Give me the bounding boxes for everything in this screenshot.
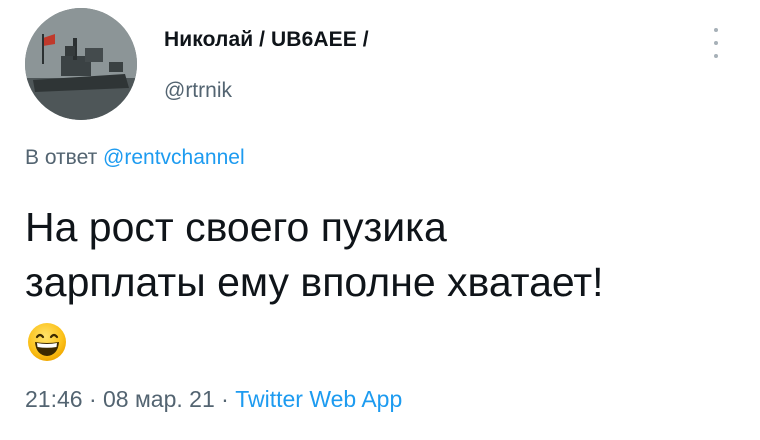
tweet-text-line: На рост своего пузика xyxy=(25,204,447,250)
tweet-text: На рост своего пузика зарплаты ему вполн… xyxy=(25,200,725,310)
tweet-text-line: зарплаты ему вполне хватает! xyxy=(25,259,604,305)
author-display-name[interactable]: Николай / UB6AEE / xyxy=(164,28,369,52)
author-handle[interactable]: @rtrnik xyxy=(164,79,232,103)
avatar-ship-photo xyxy=(25,8,137,120)
reply-mention-link[interactable]: @rentvchannel xyxy=(103,146,245,169)
tweet-meta: 21:46 · 08 мар. 21 · Twitter Web App xyxy=(25,386,402,413)
grinning-face-emoji-icon xyxy=(28,323,66,361)
tweet-time[interactable]: 21:46 xyxy=(25,386,83,412)
reply-context: В ответ @rentvchannel xyxy=(25,146,245,170)
avatar[interactable] xyxy=(25,8,137,120)
tweet-card: Николай / UB6AEE / @rtrnik В ответ @rent… xyxy=(0,0,760,440)
meta-separator: · xyxy=(221,386,229,412)
tweet-date[interactable]: 08 мар. 21 xyxy=(103,386,215,412)
reply-prefix: В ответ xyxy=(25,146,98,169)
more-options-icon[interactable] xyxy=(708,28,724,58)
menu-dot xyxy=(714,41,718,45)
menu-dot xyxy=(714,54,718,58)
tweet-source-link[interactable]: Twitter Web App xyxy=(235,386,402,412)
menu-dot xyxy=(714,28,718,32)
meta-separator: · xyxy=(88,386,97,412)
